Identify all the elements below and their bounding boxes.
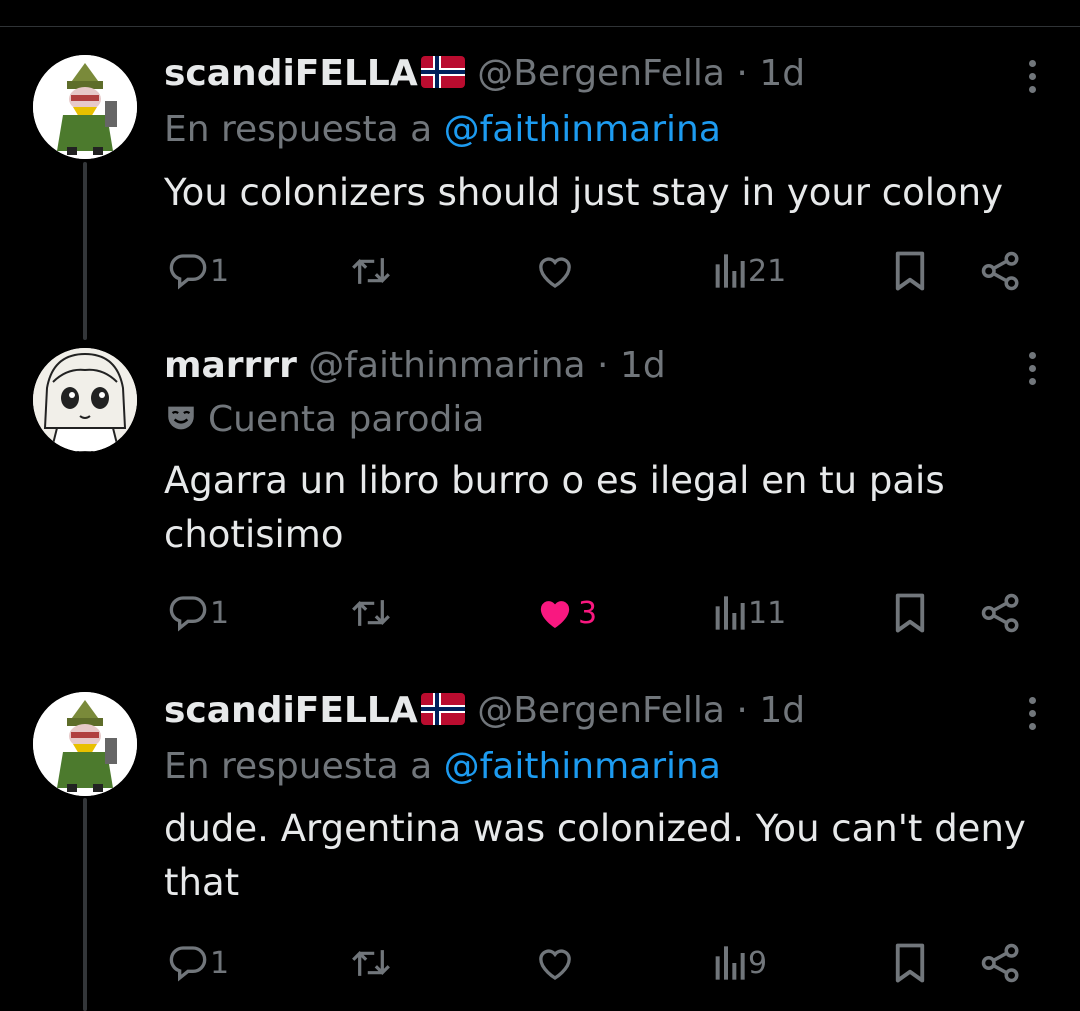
like-button[interactable] [534, 246, 578, 296]
separator-dot: · [736, 690, 748, 731]
more-options-button[interactable] [1022, 58, 1042, 102]
action-bar: 1 9 [164, 938, 1044, 988]
views-icon [715, 946, 745, 980]
user-handle[interactable]: @faithinmarina [308, 345, 585, 386]
heart-icon [539, 949, 571, 980]
avatar[interactable] [33, 692, 137, 796]
parody-label-text: Cuenta parodia [208, 399, 485, 440]
reply-context: En respuesta a @faithinmarina [164, 745, 721, 789]
views-count: 9 [748, 945, 768, 981]
retweet-icon [352, 258, 390, 284]
retweet-button[interactable] [350, 938, 392, 988]
reply-context-label: En respuesta a [164, 746, 444, 787]
display-name[interactable]: scandiFELLA [164, 53, 418, 94]
timestamp[interactable]: 1d [759, 690, 805, 731]
bookmark-button[interactable] [892, 246, 928, 296]
share-icon [981, 943, 1019, 983]
reply-context: En respuesta a @faithinmarina [164, 108, 721, 152]
share-button[interactable] [980, 938, 1022, 988]
reply-icon [169, 946, 207, 982]
parody-label: Cuenta parodia [164, 398, 484, 446]
views-icon [715, 254, 745, 288]
reply-count: 1 [210, 253, 230, 289]
tweet-text: dude. Argentina was colonized. You can't… [164, 807, 1026, 904]
avatar[interactable] [33, 55, 137, 159]
share-button[interactable] [980, 246, 1022, 296]
tweet[interactable]: scandiFELLA @BergenFella · 1d En respues… [0, 670, 1080, 1011]
bookmark-icon [895, 943, 925, 983]
tweet-text: You colonizers should just stay in your … [164, 171, 1004, 214]
share-icon [981, 251, 1019, 291]
timestamp[interactable]: 1d [620, 345, 666, 386]
mention-link[interactable]: @faithinmarina [444, 746, 721, 787]
action-bar: 1 21 [164, 246, 1044, 296]
views-button[interactable]: 11 [712, 588, 786, 638]
reply-icon [169, 254, 207, 290]
retweet-button[interactable] [350, 588, 392, 638]
share-button[interactable] [980, 588, 1022, 638]
share-icon [981, 593, 1019, 633]
mention-link[interactable]: @faithinmarina [444, 109, 721, 150]
display-name[interactable]: marrrr [164, 345, 297, 386]
reply-count: 1 [210, 595, 230, 631]
reply-icon [169, 596, 207, 632]
user-handle[interactable]: @BergenFella [477, 690, 725, 731]
views-count: 21 [748, 253, 787, 289]
heart-icon [540, 601, 570, 628]
like-button[interactable] [534, 938, 578, 988]
bookmark-icon [895, 593, 925, 633]
more-options-button[interactable] [1022, 695, 1042, 739]
avatar[interactable] [33, 348, 137, 452]
reply-context-label: En respuesta a [164, 109, 444, 150]
reply-count: 1 [210, 945, 230, 981]
retweet-icon [352, 600, 390, 626]
separator-dot: · [597, 345, 609, 386]
display-name[interactable]: scandiFELLA [164, 690, 418, 731]
user-handle[interactable]: @BergenFella [477, 53, 725, 94]
action-bar: 1 3 11 [164, 588, 1044, 638]
tweet-header: scandiFELLA @BergenFella · 1d [164, 52, 805, 99]
tweet-header: marrrr @faithinmarina · 1d [164, 344, 666, 388]
heart-icon [539, 257, 571, 288]
views-icon [715, 596, 745, 630]
norway-flag-icon [420, 692, 466, 736]
reply-button[interactable]: 1 [168, 938, 229, 988]
views-button[interactable]: 9 [712, 938, 767, 988]
tweet-text: Agarra un libro burro o es ilegal en tu … [164, 459, 945, 556]
parody-mask-icon [164, 401, 198, 446]
retweet-icon [352, 950, 390, 976]
timestamp[interactable]: 1d [759, 53, 805, 94]
separator-dot: · [736, 53, 748, 94]
tweet[interactable]: marrrr @faithinmarina · 1d Cuenta parodi… [0, 330, 1080, 670]
views-button[interactable]: 21 [712, 246, 786, 296]
tweet-header: scandiFELLA @BergenFella · 1d [164, 689, 805, 736]
reply-button[interactable]: 1 [168, 588, 229, 638]
views-count: 11 [748, 595, 787, 631]
reply-button[interactable]: 1 [168, 246, 229, 296]
bookmark-button[interactable] [892, 588, 928, 638]
like-button[interactable]: 3 [534, 588, 597, 638]
more-options-button[interactable] [1022, 350, 1042, 394]
retweet-button[interactable] [350, 246, 392, 296]
like-count: 3 [578, 595, 598, 631]
norway-flag-icon [420, 55, 466, 99]
bookmark-button[interactable] [892, 938, 928, 988]
tweet[interactable]: scandiFELLA @BergenFella · 1d En respues… [0, 0, 1080, 330]
bookmark-icon [895, 251, 925, 291]
